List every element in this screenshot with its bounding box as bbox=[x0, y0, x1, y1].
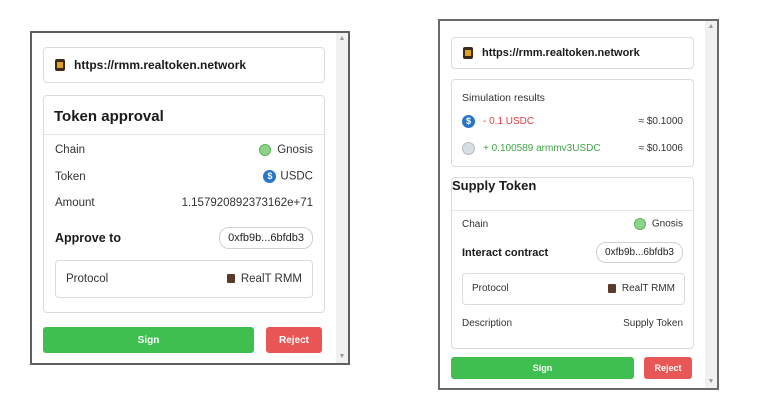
site-url-bar: https://rmm.realtoken.network bbox=[451, 37, 694, 69]
token-approval-window: https://rmm.realtoken.network Token appr… bbox=[30, 31, 350, 365]
scroll-up-icon[interactable]: ▲ bbox=[336, 33, 348, 45]
site-url: https://rmm.realtoken.network bbox=[482, 47, 640, 59]
protocol-value: RealT RMM bbox=[607, 283, 675, 294]
simulation-card: Simulation results $ - 0.1 USDC ≈ $0.1000… bbox=[451, 79, 694, 167]
token-approval-card: Token approval Chain Gnosis Token $ USDC … bbox=[43, 95, 325, 313]
reject-button[interactable]: Reject bbox=[266, 327, 322, 353]
chain-value: Gnosis bbox=[633, 218, 683, 230]
chain-label: Chain bbox=[462, 218, 489, 230]
card-title: Token approval bbox=[54, 108, 164, 125]
simulation-usd-usdc: ≈ $0.1000 bbox=[638, 116, 683, 127]
chain-label: Chain bbox=[55, 144, 86, 157]
simulation-change-usdc: $ - 0.1 USDC bbox=[462, 115, 534, 128]
token-value: $ USDC bbox=[263, 170, 313, 183]
usdc-icon: $ bbox=[462, 115, 475, 128]
realtoken-house-icon bbox=[462, 47, 474, 59]
simulation-usd-armm: ≈ $0.1006 bbox=[638, 143, 683, 154]
site-url-bar: https://rmm.realtoken.network bbox=[43, 47, 325, 83]
description-label: Description bbox=[462, 318, 513, 329]
realtoken-house-icon bbox=[54, 59, 66, 71]
protocol-label: Protocol bbox=[66, 273, 109, 285]
approve-to-address[interactable]: 0xfb9b...6bfdb3 bbox=[219, 227, 313, 249]
scroll-down-icon[interactable]: ▼ bbox=[705, 376, 717, 388]
gnosis-icon bbox=[259, 144, 272, 156]
simulation-change-armm: + 0.100589 armmv3USDC bbox=[462, 142, 601, 155]
protocol-row: Protocol RealT RMM bbox=[55, 260, 313, 298]
amount-value: 1.157920892373162e+71 bbox=[181, 197, 313, 209]
realt-icon bbox=[607, 283, 616, 293]
supply-token-window: https://rmm.realtoken.network Simulation… bbox=[438, 19, 719, 390]
sign-button[interactable]: Sign bbox=[451, 357, 634, 379]
site-url: https://rmm.realtoken.network bbox=[74, 58, 247, 72]
simulation-title: Simulation results bbox=[462, 92, 545, 104]
description-value: Supply Token bbox=[623, 318, 683, 329]
supply-token-card: Supply Token Chain Gnosis Interact contr… bbox=[451, 177, 694, 349]
scroll-down-icon[interactable]: ▼ bbox=[336, 351, 348, 363]
amount-label: Amount bbox=[55, 197, 95, 209]
realt-icon bbox=[226, 274, 235, 284]
gnosis-icon bbox=[633, 218, 646, 230]
scrollbar[interactable]: ▲ ▼ bbox=[336, 33, 348, 363]
interact-contract-label: Interact contract bbox=[462, 246, 549, 259]
usdc-icon: $ bbox=[263, 170, 277, 183]
scrollbar[interactable]: ▲ ▼ bbox=[705, 21, 717, 388]
chain-value: Gnosis bbox=[259, 144, 313, 156]
scroll-up-icon[interactable]: ▲ bbox=[705, 21, 717, 33]
protocol-label: Protocol bbox=[472, 283, 509, 294]
token-label: Token bbox=[55, 170, 86, 183]
protocol-row: Protocol RealT RMM bbox=[462, 273, 685, 305]
sign-button[interactable]: Sign bbox=[43, 327, 254, 353]
protocol-value: RealT RMM bbox=[226, 273, 302, 285]
armm-token-icon bbox=[462, 142, 475, 155]
reject-button[interactable]: Reject bbox=[644, 357, 692, 379]
interact-contract-address[interactable]: 0xfb9b...6bfdb3 bbox=[596, 242, 683, 263]
card-title: Supply Token bbox=[452, 178, 537, 193]
approve-to-label: Approve to bbox=[55, 231, 121, 245]
